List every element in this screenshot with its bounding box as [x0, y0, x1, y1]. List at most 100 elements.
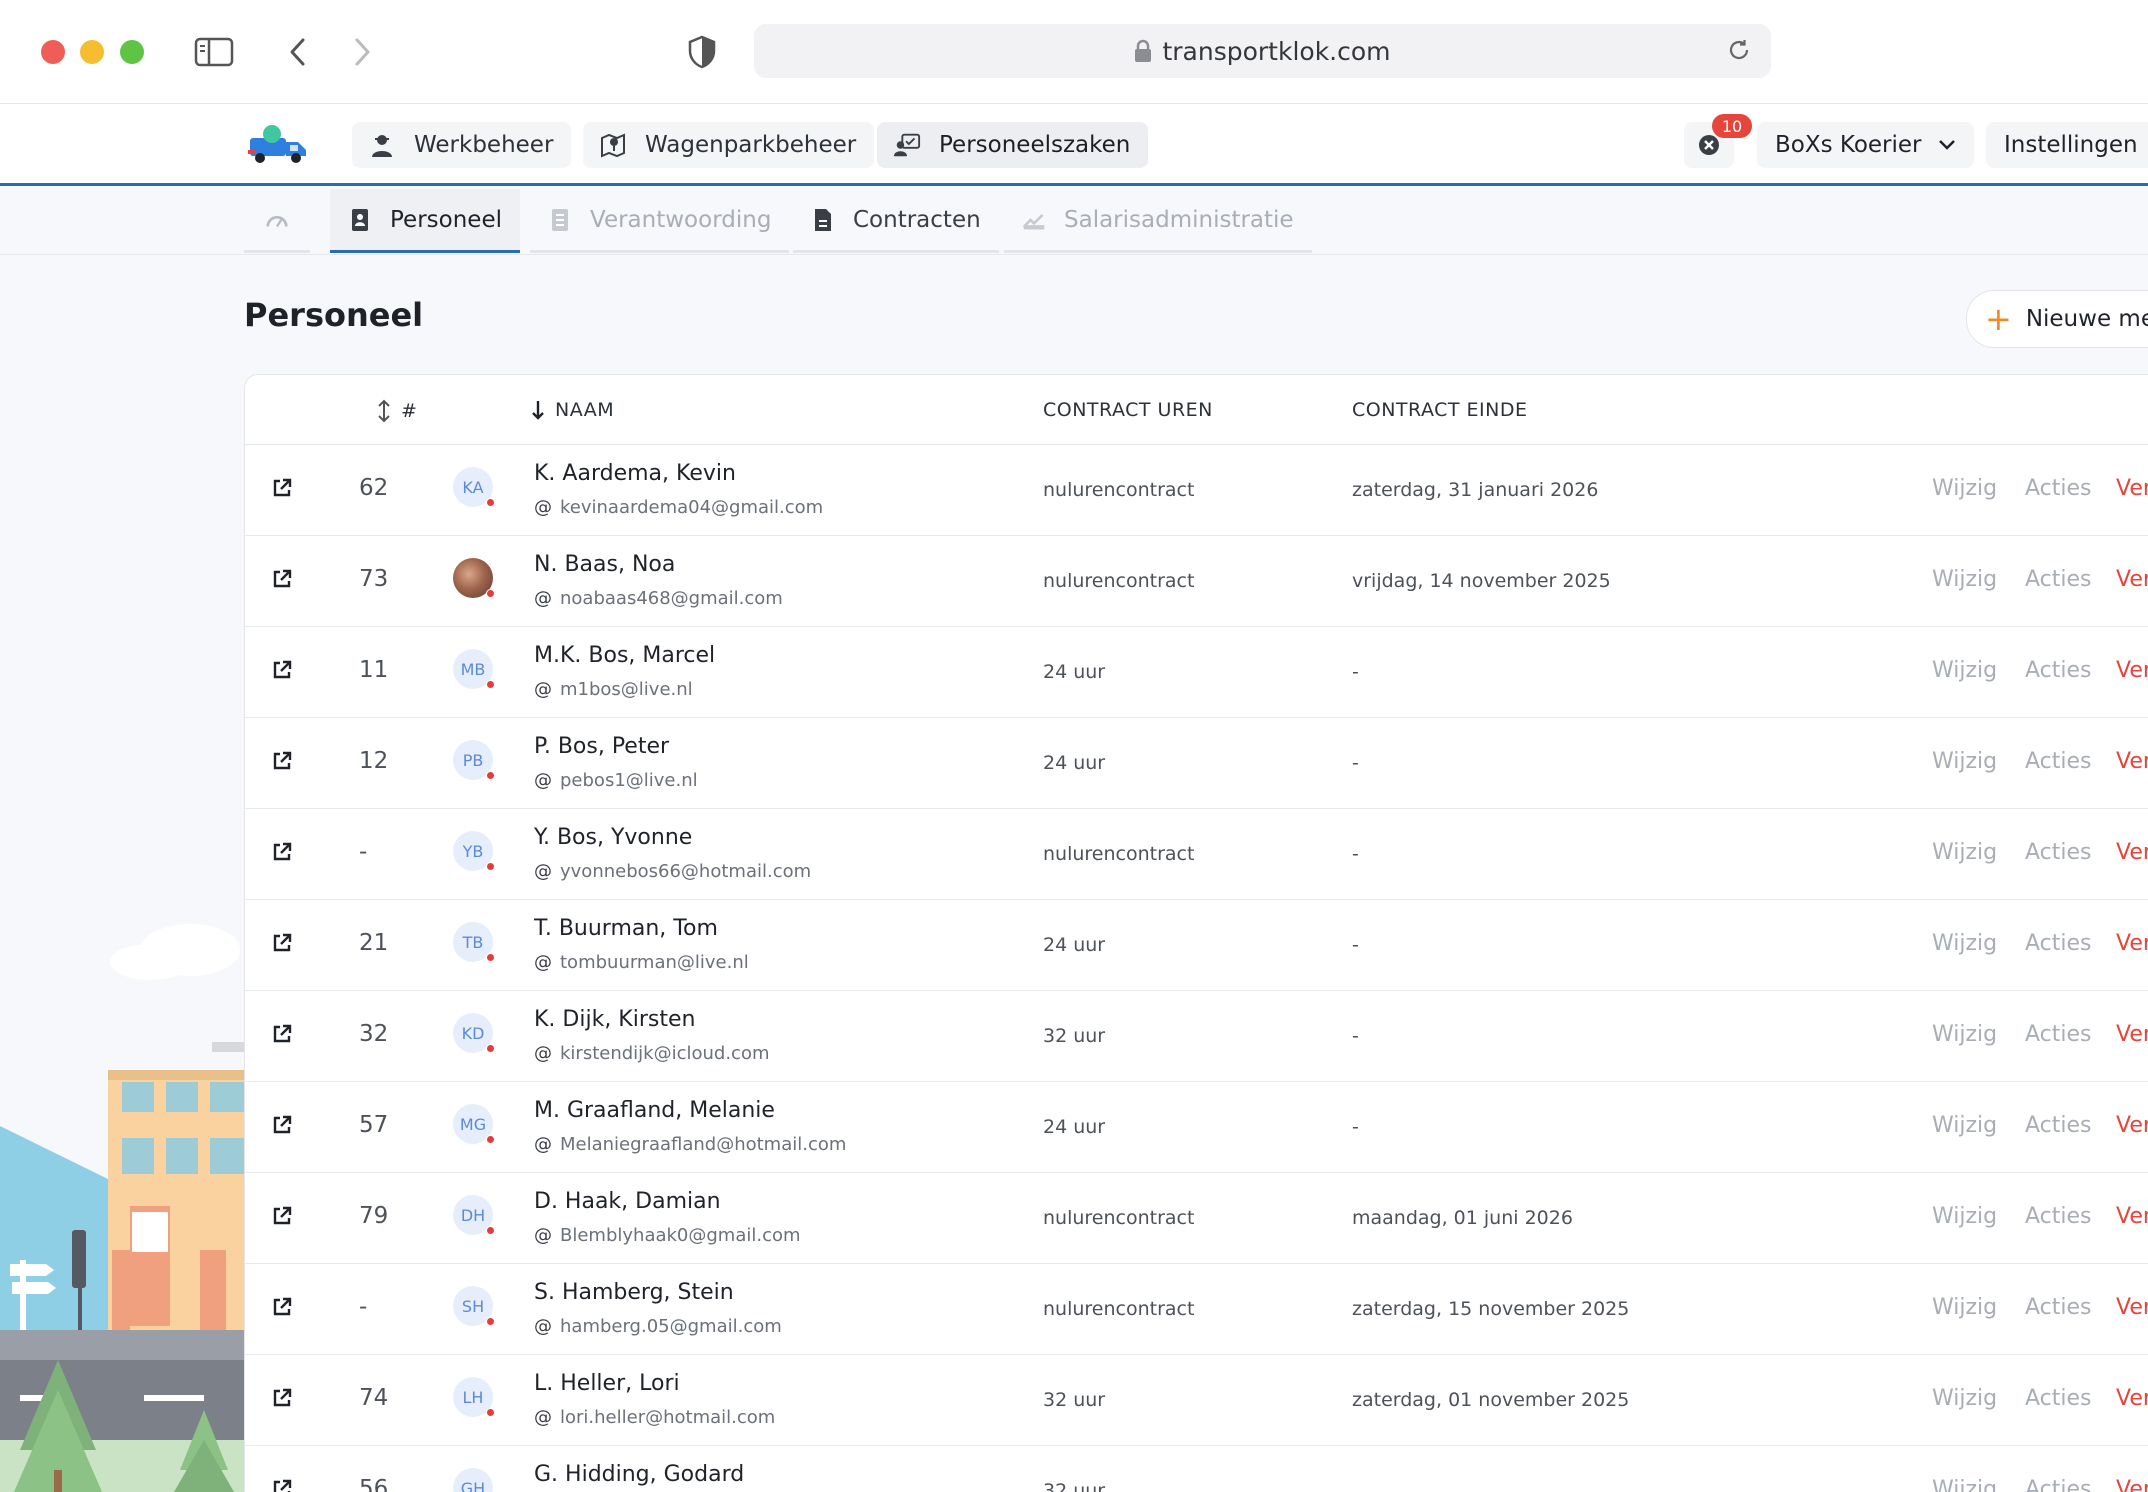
actions-link[interactable]: Acties — [2025, 1477, 2092, 1492]
table-row[interactable]: 56 GH G. Hidding, Godard 32 uur Wijzig Acties… — [245, 1446, 2148, 1492]
table-row[interactable]: 57 MG M. Graafland, Melanie @ Melaniegraafla… — [245, 1082, 2148, 1173]
table-row[interactable]: - SH S. Hamberg, Stein @ hamberg.05@gmail.co… — [245, 1264, 2148, 1355]
actions-link[interactable]: Acties — [2025, 1386, 2092, 1411]
delete-link[interactable]: Ver — [2116, 1204, 2148, 1229]
delete-link[interactable]: Ver — [2116, 1022, 2148, 1047]
edit-link[interactable]: Wijzig — [1932, 1113, 1997, 1138]
app-logo[interactable] — [246, 120, 310, 168]
open-external-icon[interactable] — [271, 659, 295, 683]
new-employee-button[interactable]: + Nieuwe med — [1966, 290, 2148, 348]
nav-personeelszaken[interactable]: Personeelszaken — [877, 122, 1149, 168]
avatar-initials: YB — [462, 841, 484, 861]
reload-icon[interactable] — [1727, 38, 1751, 62]
delete-link[interactable]: Ver — [2116, 658, 2148, 683]
settings-dropdown[interactable]: Instellingen — [1986, 122, 2148, 168]
open-external-icon[interactable] — [271, 1205, 295, 1229]
delete-link[interactable]: Ver — [2116, 1295, 2148, 1320]
actions-link[interactable]: Acties — [2025, 1295, 2092, 1320]
table-row[interactable]: 21 TB T. Buurman, Tom @ tombuurman@live.nl 24… — [245, 900, 2148, 991]
table-row[interactable]: 73 N. Baas, Noa @ noabaas468@gmail.com nulur… — [245, 536, 2148, 627]
maximize-window-button[interactable] — [120, 40, 144, 64]
nav-werkbeheer[interactable]: Werkbeheer — [352, 122, 572, 168]
edit-link[interactable]: Wijzig — [1932, 476, 1997, 501]
delete-link[interactable]: Ver — [2116, 476, 2148, 501]
sidebar-toggle-icon[interactable] — [192, 32, 236, 72]
tab-contracten[interactable]: Contracten — [793, 189, 999, 253]
delete-link[interactable]: Ver — [2116, 749, 2148, 774]
table-row[interactable]: 79 DH D. Haak, Damian @ Blemblyhaak0@gmail.c… — [245, 1173, 2148, 1264]
employee-name: D. Haak, Damian — [534, 1189, 721, 1214]
employee-name: K. Dijk, Kirsten — [534, 1007, 696, 1032]
privacy-shield-icon[interactable] — [680, 32, 724, 72]
actions-link[interactable]: Acties — [2025, 931, 2092, 956]
open-external-icon[interactable] — [271, 477, 295, 501]
table-row[interactable]: 62 KA K. Aardema, Kevin @ kevinaardema04@gma… — [245, 445, 2148, 536]
tab-verantwoording[interactable]: Verantwoording — [530, 189, 790, 253]
tab-label: Contracten — [853, 206, 981, 233]
delete-link[interactable]: Ver — [2116, 1113, 2148, 1138]
address-bar[interactable]: transportklok.com — [754, 24, 1771, 78]
actions-link[interactable]: Acties — [2025, 1204, 2092, 1229]
nav-wagenparkbeheer[interactable]: Wagenparkbeheer — [583, 122, 875, 168]
delete-link[interactable]: Ver — [2116, 840, 2148, 865]
delete-link[interactable]: Ver — [2116, 1386, 2148, 1411]
delete-link[interactable]: Ver — [2116, 1477, 2148, 1492]
notifications-button[interactable]: 10 — [1684, 114, 1752, 168]
edit-link[interactable]: Wijzig — [1932, 840, 1997, 865]
header-contract-uren[interactable]: CONTRACT UREN — [1043, 399, 1213, 421]
actions-link[interactable]: Acties — [2025, 567, 2092, 592]
close-window-button[interactable] — [41, 40, 65, 64]
contract-hours: 24 uur — [1043, 752, 1106, 774]
actions-link[interactable]: Acties — [2025, 1022, 2092, 1047]
actions-link[interactable]: Acties — [2025, 1113, 2092, 1138]
tab-dashboard[interactable] — [244, 189, 310, 253]
edit-link[interactable]: Wijzig — [1932, 931, 1997, 956]
edit-link[interactable]: Wijzig — [1932, 1295, 1997, 1320]
actions-link[interactable]: Acties — [2025, 658, 2092, 683]
delete-link[interactable]: Ver — [2116, 567, 2148, 592]
open-external-icon[interactable] — [271, 568, 295, 592]
header-contract-einde[interactable]: CONTRACT EINDE — [1352, 399, 1528, 421]
status-dot — [486, 498, 495, 507]
back-icon[interactable] — [276, 32, 320, 72]
edit-link[interactable]: Wijzig — [1932, 1477, 1997, 1492]
table-row[interactable]: 12 PB P. Bos, Peter @ pebos1@live.nl 24 uur - W… — [245, 718, 2148, 809]
table-row[interactable]: - YB Y. Bos, Yvonne @ yvonnebos66@hotmail.co… — [245, 809, 2148, 900]
open-external-icon[interactable] — [271, 1114, 295, 1138]
open-external-icon[interactable] — [271, 1478, 295, 1492]
sort-name-header[interactable]: NAAM — [531, 399, 614, 421]
edit-link[interactable]: Wijzig — [1932, 567, 1997, 592]
status-dot — [486, 771, 495, 780]
open-external-icon[interactable] — [271, 932, 295, 956]
edit-link[interactable]: Wijzig — [1932, 749, 1997, 774]
edit-link[interactable]: Wijzig — [1932, 658, 1997, 683]
contract-hours: 24 uur — [1043, 1116, 1106, 1138]
open-external-icon[interactable] — [271, 1296, 295, 1320]
avatar-initials: DH — [460, 1205, 486, 1225]
company-dropdown[interactable]: BoXs Koerier — [1757, 122, 1974, 168]
sort-number-header[interactable]: # — [377, 399, 417, 423]
employee-email: @ m1bos@live.nl — [534, 679, 693, 700]
table-row[interactable]: 11 MB M.K. Bos, Marcel @ m1bos@live.nl 24 uur… — [245, 627, 2148, 718]
open-external-icon[interactable] — [271, 1023, 295, 1047]
actions-link[interactable]: Acties — [2025, 749, 2092, 774]
employee-name: L. Heller, Lori — [534, 1371, 680, 1396]
at-icon: @ — [534, 588, 552, 609]
open-external-icon[interactable] — [271, 841, 295, 865]
edit-link[interactable]: Wijzig — [1932, 1022, 1997, 1047]
actions-link[interactable]: Acties — [2025, 476, 2092, 501]
open-external-icon[interactable] — [271, 1387, 295, 1411]
tab-personeel[interactable]: Personeel — [330, 189, 520, 253]
id-badge-icon — [348, 208, 372, 232]
minimize-window-button[interactable] — [80, 40, 104, 64]
table-row[interactable]: 74 LH L. Heller, Lori @ lori.heller@hotmail.… — [245, 1355, 2148, 1446]
edit-link[interactable]: Wijzig — [1932, 1386, 1997, 1411]
tab-salarisadministratie[interactable]: Salarisadministratie — [1004, 189, 1312, 253]
delete-link[interactable]: Ver — [2116, 931, 2148, 956]
edit-link[interactable]: Wijzig — [1932, 1204, 1997, 1229]
table-row[interactable]: 32 KD K. Dijk, Kirsten @ kirstendijk@icloud.… — [245, 991, 2148, 1082]
actions-link[interactable]: Acties — [2025, 840, 2092, 865]
open-external-icon[interactable] — [271, 750, 295, 774]
forward-icon[interactable] — [340, 32, 384, 72]
avatar-initials: GH — [460, 1478, 486, 1492]
